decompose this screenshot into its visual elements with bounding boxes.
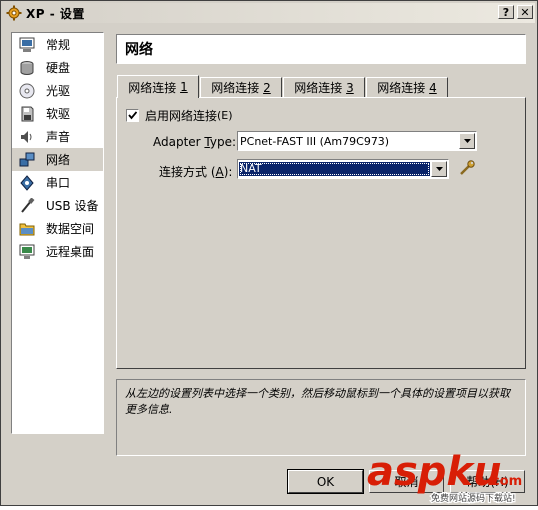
svg-text:aspku: aspku xyxy=(367,449,502,495)
enable-network-checkbox[interactable] xyxy=(126,109,139,122)
adapter-type-select[interactable]: PCnet-FAST III (Am79C973) xyxy=(237,131,477,151)
enable-network-label: 启用网络连接 xyxy=(145,109,218,123)
sidebar-item-label: 远程桌面 xyxy=(46,245,95,259)
adapter-label-post: ype: xyxy=(209,135,237,149)
tab-label: 网络连接 xyxy=(294,81,343,95)
wrench-icon[interactable] xyxy=(458,159,476,177)
window-title: XP - 设置 xyxy=(26,6,85,21)
sidebar-item-label: 声音 xyxy=(46,130,71,144)
tab-label: 网络连接 xyxy=(128,80,177,95)
sidebar-item-remote-display[interactable]: 远程桌面 xyxy=(12,240,103,263)
enable-network-checkbox-row[interactable]: 启用网络连接 (E) xyxy=(126,107,233,124)
tab-label: 网络连接 xyxy=(377,81,426,95)
folder-icon xyxy=(18,220,36,238)
page-title: 网络 xyxy=(116,34,526,64)
chevron-down-icon[interactable] xyxy=(431,161,447,177)
remote-desktop-icon xyxy=(18,243,36,261)
sidebar-item-label: 光驱 xyxy=(46,84,71,98)
sidebar-item-label: USB 设备 xyxy=(46,199,99,213)
sidebar-item-audio[interactable]: 声音 xyxy=(12,125,103,148)
chevron-down-icon[interactable] xyxy=(459,133,475,149)
sidebar-item-hard-disk[interactable]: 硬盘 xyxy=(12,56,103,79)
tab-network-adapter-3[interactable]: 网络连接 3 xyxy=(283,77,365,97)
tab-number: 2 xyxy=(263,80,271,95)
enable-network-mnemonic: (E) xyxy=(217,109,233,122)
gear-icon xyxy=(6,5,22,21)
sidebar-item-usb[interactable]: USB 设备 xyxy=(12,194,103,217)
attachment-label: 连接方式 (A): xyxy=(159,163,232,180)
tab-network-adapter-4[interactable]: 网络连接 4 xyxy=(366,77,448,97)
network-icon xyxy=(18,151,36,169)
attachment-value: NAT xyxy=(239,162,430,176)
settings-window: XP - 设置 ? ✕ 常规 硬盘 光驱 软驱 声音 网络 串口 USB 设备 … xyxy=(0,0,538,506)
title-bar[interactable]: XP - 设置 ? ✕ xyxy=(3,3,535,23)
sidebar-item-floppy[interactable]: 软驱 xyxy=(12,102,103,125)
tab-network-adapter-1[interactable]: 网络连接 1 xyxy=(117,75,199,98)
sidebar-item-network[interactable]: 网络 xyxy=(12,148,103,171)
svg-text:.com: .com xyxy=(487,474,522,489)
ok-button[interactable]: OK xyxy=(287,469,364,494)
sidebar-item-general[interactable]: 常规 xyxy=(12,33,103,56)
usb-icon xyxy=(18,197,36,215)
attachment-paren-close: ): xyxy=(223,165,233,179)
tab-label: 网络连接 xyxy=(211,81,260,95)
sidebar-item-shared-folders[interactable]: 数据空间 xyxy=(12,217,103,240)
tab-network-adapter-2[interactable]: 网络连接 2 xyxy=(200,77,282,97)
tab-number: 1 xyxy=(180,80,188,94)
sidebar-item-serial-port[interactable]: 串口 xyxy=(12,171,103,194)
help-button[interactable]: ? xyxy=(498,5,514,19)
adapter-type-label: Adapter Type: xyxy=(153,135,236,149)
svg-text:免费网站源码下载站!: 免费网站源码下载站! xyxy=(431,492,516,504)
attachment-mnemonic: A xyxy=(215,165,224,179)
sidebar-item-cdrom[interactable]: 光驱 xyxy=(12,79,103,102)
tab-number: 4 xyxy=(429,80,437,95)
cdrom-icon xyxy=(18,82,36,100)
serial-port-icon xyxy=(18,174,36,192)
adapter-label-pre: Adapter xyxy=(153,135,205,149)
tab-number: 3 xyxy=(346,80,354,95)
watermark-logo: aspku .com 免费网站源码下载站! 免费网站源码下载站! xyxy=(363,441,538,507)
floppy-icon xyxy=(18,105,36,123)
adapter-type-value: PCnet-FAST III (Am79C973) xyxy=(240,134,390,148)
close-button[interactable]: ✕ xyxy=(517,5,533,19)
speaker-icon xyxy=(18,128,36,146)
checkmark-icon xyxy=(128,111,137,120)
close-icon: ✕ xyxy=(520,5,530,19)
hard-disk-icon xyxy=(18,59,36,77)
sidebar-item-label: 硬盘 xyxy=(46,61,71,75)
settings-category-list[interactable]: 常规 硬盘 光驱 软驱 声音 网络 串口 USB 设备 数据空间 远程桌面 xyxy=(11,32,104,434)
attachment-label-text: 连接方式 xyxy=(159,165,208,179)
sidebar-item-label: 网络 xyxy=(46,153,71,167)
attachment-select[interactable]: NAT xyxy=(237,159,449,179)
sidebar-item-label: 数据空间 xyxy=(46,222,95,236)
sidebar-item-label: 串口 xyxy=(46,176,71,190)
monitor-icon xyxy=(18,36,36,54)
sidebar-item-label: 软驱 xyxy=(46,107,71,121)
sidebar-item-label: 常规 xyxy=(46,38,71,52)
